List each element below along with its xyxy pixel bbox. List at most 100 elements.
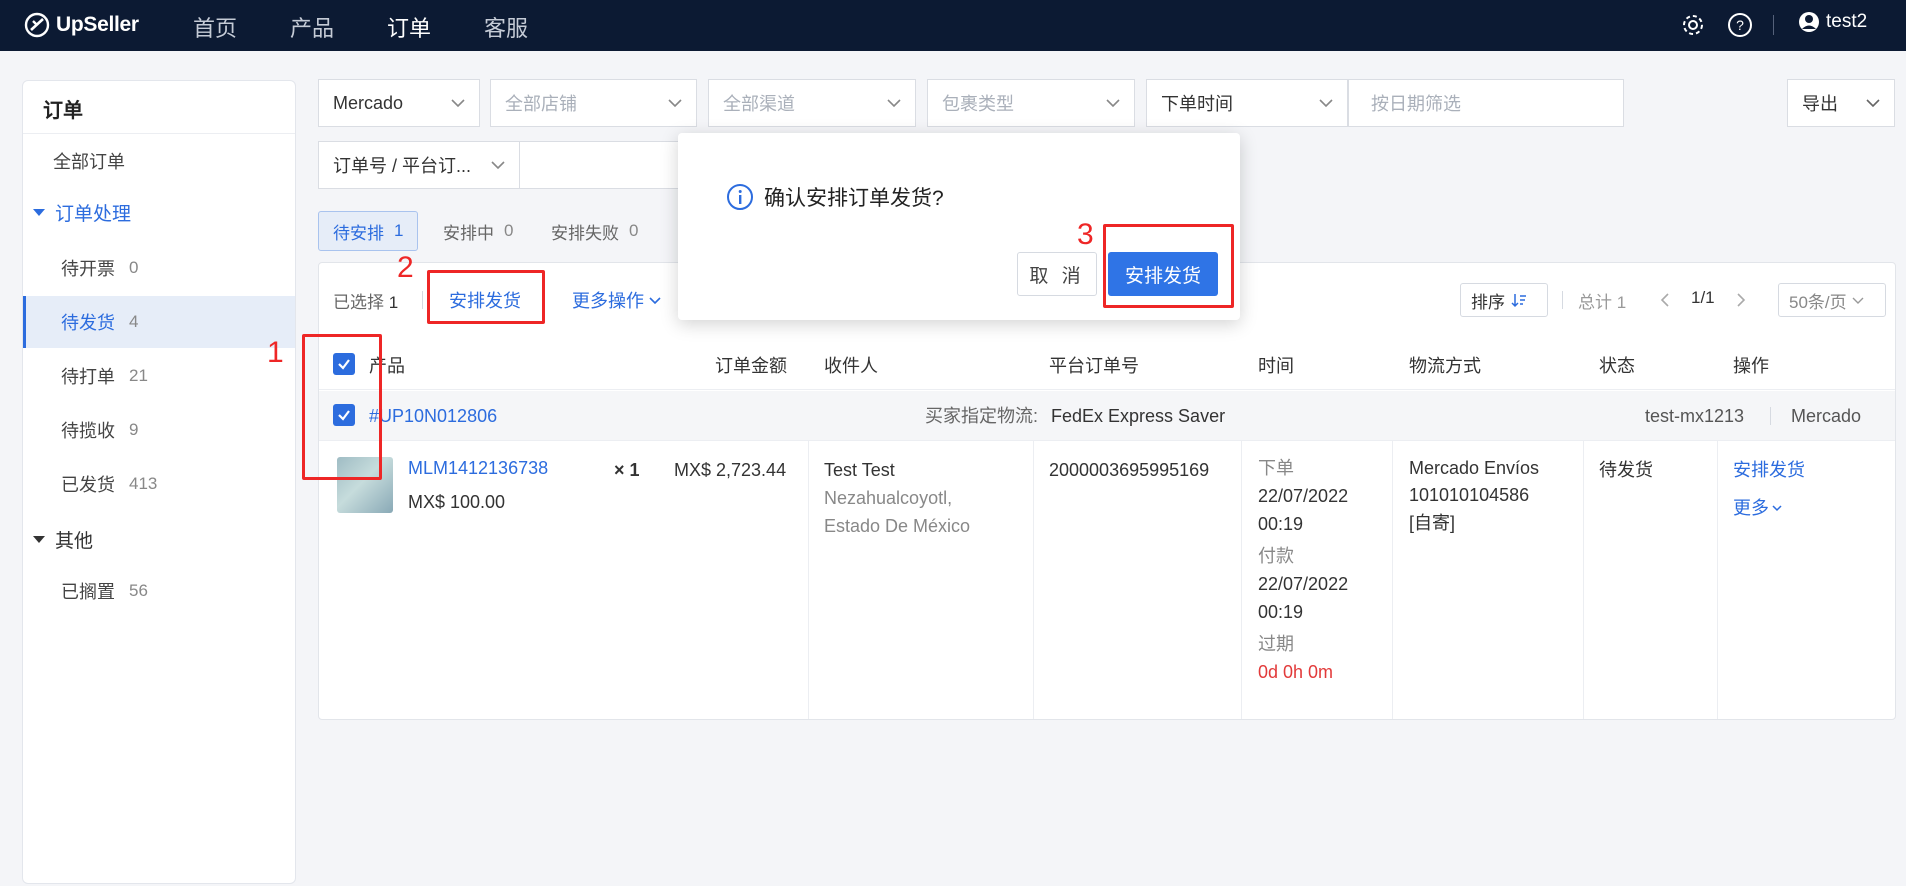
select-value: Mercado <box>333 92 404 113</box>
select-placeholder: 全部店铺 <box>505 94 577 114</box>
chevron-down-icon <box>668 99 682 108</box>
sidebar-item-label: 待打单 <box>61 367 115 387</box>
row-more-label: 更多 <box>1733 498 1769 518</box>
column-divider <box>1392 441 1393 719</box>
annotation-box-3 <box>1103 224 1234 308</box>
sidebar-item-count: 9 <box>129 420 139 439</box>
page-size-select[interactable]: 50条/页 <box>1778 283 1886 317</box>
annotation-box-2 <box>427 270 545 324</box>
tab-count: 0 <box>629 221 639 240</box>
pay-time-label: 付款 <box>1258 546 1294 566</box>
sidebar-item-count: 0 <box>129 258 139 277</box>
sidebar-item-shipped[interactable]: 已发货 413 <box>23 458 295 510</box>
cancel-button[interactable]: 取 消 <box>1017 252 1097 296</box>
select-placeholder: 包裹类型 <box>942 94 1014 114</box>
selected-count-text: 已选择 1 <box>333 288 398 313</box>
sidebar-item-to-pickup[interactable]: 待揽收 9 <box>23 404 295 456</box>
sidebar-group-other[interactable]: 其他 <box>33 526 93 553</box>
store-select[interactable]: 全部店铺 <box>490 79 697 127</box>
total-count: 总计 1 <box>1578 293 1627 312</box>
tab-label: 待安排 <box>333 223 384 243</box>
product-quantity: × 1 <box>614 460 640 480</box>
date-filter-input[interactable]: 按日期筛选 <box>1348 79 1624 127</box>
nav-home[interactable]: 首页 <box>193 11 237 43</box>
selected-count: 1 <box>388 293 399 312</box>
overdue-value: 0d 0h 0m <box>1258 662 1334 682</box>
chevron-down-icon <box>649 297 661 305</box>
sidebar: 订单 全部订单 订单处理 待开票 0 待发货 4 待打单 21 待揽收 9 已发货 413… <box>22 80 296 884</box>
column-divider <box>1033 441 1034 719</box>
sidebar-item-label: 全部订单 <box>53 152 125 172</box>
pay-date: 22/07/2022 <box>1258 574 1349 594</box>
upseller-logo-icon <box>24 12 50 38</box>
logo[interactable]: UpSeller <box>24 12 139 38</box>
selected-label: 已选择 <box>333 293 384 312</box>
row-more-link[interactable]: 更多 <box>1733 494 1783 522</box>
user-menu[interactable]: test2 <box>1798 11 1867 33</box>
order-time: 00:19 <box>1258 514 1304 534</box>
overdue-label: 过期 <box>1258 634 1294 654</box>
product-sku-link[interactable]: MLM1412136738 <box>408 454 548 482</box>
sidebar-group-label: 订单处理 <box>55 204 132 225</box>
tab-to-arrange[interactable]: 待安排 1 <box>318 211 419 251</box>
sort-label: 排序 <box>1471 292 1505 312</box>
sidebar-item-to-ship[interactable]: 待发货 4 <box>23 296 295 348</box>
platform-select[interactable]: Mercado <box>318 79 480 127</box>
chevron-down-icon <box>1106 99 1120 108</box>
more-operations-label: 更多操作 <box>572 291 644 311</box>
header-platform-order-no: 平台订单号 <box>1049 356 1139 376</box>
order-id-link[interactable]: #UP10N012806 <box>369 402 497 430</box>
buyer-logistics-value: FedEx Express Saver <box>1051 406 1226 426</box>
dialog-title: 确认安排订单发货? <box>726 182 944 212</box>
order-amount: MX$ 2,723.44 <box>674 460 787 480</box>
nav-orders[interactable]: 订单 <box>387 11 431 43</box>
sort-button[interactable]: 排序 <box>1460 283 1548 317</box>
sidebar-title: 订单 <box>43 100 83 122</box>
tab-arranging[interactable]: 安排中 0 <box>443 211 513 251</box>
header-time: 时间 <box>1258 356 1294 376</box>
search-type-select[interactable]: 订单号 / 平台订... <box>318 141 520 189</box>
nav-customer-service[interactable]: 客服 <box>484 11 528 43</box>
tab-count: 1 <box>394 221 404 240</box>
sidebar-item-count: 4 <box>129 312 139 331</box>
nav-divider <box>1773 15 1774 35</box>
order-store: test-mx1213 <box>1645 406 1745 426</box>
toolbar-divider <box>1562 291 1563 309</box>
sort-icon <box>1511 294 1526 308</box>
sidebar-item-label: 待开票 <box>61 259 115 279</box>
sidebar-divider <box>23 133 295 134</box>
chevron-down-icon <box>1319 99 1333 108</box>
tab-count: 0 <box>504 221 514 240</box>
header-recipient: 收件人 <box>824 356 878 376</box>
order-date: 22/07/2022 <box>1258 486 1349 506</box>
sidebar-group-order-processing[interactable]: 订单处理 <box>33 199 131 226</box>
package-type-select[interactable]: 包裹类型 <box>927 79 1135 127</box>
export-label: 导出 <box>1802 94 1838 114</box>
select-value: 下单时间 <box>1161 94 1233 114</box>
nav-products[interactable]: 产品 <box>290 11 334 43</box>
time-type-select[interactable]: 下单时间 <box>1146 79 1348 127</box>
sidebar-item-on-hold[interactable]: 已搁置 56 <box>23 565 295 617</box>
sidebar-item-label: 待发货 <box>61 313 115 333</box>
export-dropdown[interactable]: 导出 <box>1787 79 1895 127</box>
help-icon[interactable]: ? <box>1727 12 1753 38</box>
row-arrange-ship-link[interactable]: 安排发货 <box>1733 456 1805 484</box>
sidebar-item-to-invoice[interactable]: 待开票 0 <box>23 242 295 294</box>
header-status: 状态 <box>1599 356 1635 376</box>
top-navbar: UpSeller 首页 产品 订单 客服 ? test2 <box>0 0 1906 51</box>
chevron-down-icon <box>1866 99 1880 108</box>
next-page-icon[interactable] <box>1734 291 1748 309</box>
logistics-name: Mercado Envíos <box>1409 458 1540 478</box>
buyer-logistics-label: 买家指定物流: <box>925 406 1039 426</box>
sidebar-item-all-orders[interactable]: 全部订单 <box>23 135 295 187</box>
sidebar-item-to-print[interactable]: 待打单 21 <box>23 350 295 402</box>
logo-text: UpSeller <box>56 13 139 36</box>
search-input[interactable] <box>519 141 699 189</box>
prev-page-icon[interactable] <box>1658 291 1672 309</box>
product-unit-price: MX$ 100.00 <box>408 492 506 512</box>
channel-select[interactable]: 全部渠道 <box>708 79 916 127</box>
date-placeholder: 按日期筛选 <box>1371 94 1461 114</box>
gear-icon[interactable] <box>1680 12 1706 38</box>
tab-arrange-failed[interactable]: 安排失败 0 <box>551 211 638 251</box>
more-operations-button[interactable]: 更多操作 <box>572 287 662 313</box>
